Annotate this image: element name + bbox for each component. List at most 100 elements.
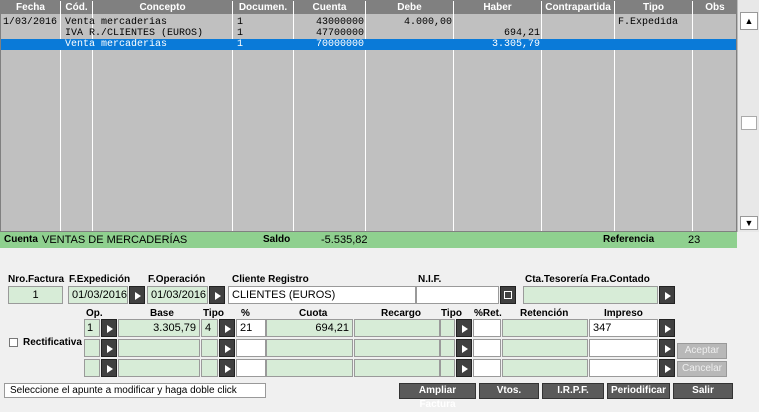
vat-impreso-field-3[interactable]: [589, 359, 658, 377]
vat-cuota-field-2[interactable]: [266, 339, 353, 357]
vat-tipo-arrow-icon[interactable]: [219, 319, 235, 337]
vat-op-field[interactable]: 1: [84, 319, 100, 337]
header-documento[interactable]: Documen.: [233, 1, 294, 14]
vtos-button[interactable]: Vtos.: [479, 383, 539, 399]
f-expedicion-field[interactable]: 01/03/2016: [68, 286, 128, 304]
f-expedicion-arrow-icon[interactable]: [129, 286, 145, 304]
periodificar-button[interactable]: Periodificar: [607, 383, 670, 399]
header-concepto[interactable]: Concepto: [93, 1, 233, 14]
op-header: Op.: [86, 308, 103, 319]
nif-lookup-icon[interactable]: [500, 286, 516, 304]
row2-documento[interactable]: 1: [237, 28, 292, 39]
vat-recargo-field[interactable]: [354, 319, 440, 337]
vat-tipo2-arrow-icon-2[interactable]: [456, 339, 472, 357]
irpf-button[interactable]: I.R.P.F.: [542, 383, 604, 399]
f-operacion-arrow-icon[interactable]: [209, 286, 225, 304]
vat-tipo2-arrow-icon-3[interactable]: [456, 359, 472, 377]
nif-label: N.I.F.: [418, 274, 442, 285]
header-fecha[interactable]: Fecha: [1, 1, 61, 14]
vat-tipo-arrow-icon-2[interactable]: [219, 339, 235, 357]
vat-impreso-arrow-icon-3[interactable]: [659, 359, 675, 377]
nro-factura-field[interactable]: 1: [8, 286, 63, 304]
vat-pct-field[interactable]: 21: [236, 319, 266, 337]
row3-haber[interactable]: 3.305,79: [456, 39, 540, 50]
vat-op-arrow-icon[interactable]: [101, 319, 117, 337]
col-obs: [693, 1, 736, 231]
row1-documento[interactable]: 1: [237, 17, 292, 28]
cancelar-button[interactable]: Cancelar: [677, 361, 727, 377]
vat-pctret-field[interactable]: [473, 319, 501, 337]
vat-base-field-2[interactable]: [118, 339, 200, 357]
cta-tesoreria-field[interactable]: [523, 286, 658, 304]
row2-haber[interactable]: 694,21: [456, 28, 540, 39]
vat-retencion-field-2[interactable]: [502, 339, 588, 357]
rectificativa-label: Rectificativa: [23, 337, 82, 348]
col-tipo: [615, 1, 693, 231]
hint-text: Seleccione el apunte a modificar y haga …: [4, 383, 266, 398]
header-tipo[interactable]: Tipo: [615, 1, 693, 14]
header-cod[interactable]: Cód.: [61, 1, 93, 14]
ampliar-factura-button[interactable]: Ampliar Factura: [399, 383, 476, 410]
vat-impreso-field-2[interactable]: [589, 339, 658, 357]
vat-impreso-arrow-icon[interactable]: [659, 319, 675, 337]
vat-tipo-field-3[interactable]: [201, 359, 218, 377]
row3-concepto[interactable]: Venta mercaderías: [65, 39, 231, 50]
header-obs[interactable]: Obs: [693, 1, 736, 14]
vat-tipo-field[interactable]: 4: [201, 319, 218, 337]
pct-header: %: [241, 308, 250, 319]
scroll-up-icon[interactable]: ▲: [740, 12, 758, 30]
header-cuenta[interactable]: Cuenta: [294, 1, 366, 14]
vat-tipo-field-2[interactable]: [201, 339, 218, 357]
cta-tesoreria-arrow-icon[interactable]: [659, 286, 675, 304]
vat-op-field-3[interactable]: [84, 359, 100, 377]
vat-retencion-field-3[interactable]: [502, 359, 588, 377]
vat-op-arrow-icon-2[interactable]: [101, 339, 117, 357]
row3-documento[interactable]: 1: [237, 39, 292, 50]
vat-base-field-3[interactable]: [118, 359, 200, 377]
nro-factura-label: Nro.Factura: [8, 274, 65, 285]
rectificativa-checkbox[interactable]: [9, 338, 18, 347]
row3-cuenta[interactable]: 70000000: [296, 39, 364, 50]
vat-pctret-field-2[interactable]: [473, 339, 501, 357]
vat-op-arrow-icon-3[interactable]: [101, 359, 117, 377]
vat-impreso-field[interactable]: 347: [589, 319, 658, 337]
scroll-down-icon[interactable]: ▼: [740, 216, 758, 230]
header-haber[interactable]: Haber: [454, 1, 542, 14]
vat-pct-field-3[interactable]: [236, 359, 266, 377]
vat-recargo-field-3[interactable]: [354, 359, 440, 377]
col-fecha: [1, 1, 61, 231]
vertical-scrollbar[interactable]: ▲ ▼: [737, 0, 759, 232]
cuenta-value: VENTAS DE MERCADERÍAS: [42, 234, 188, 246]
row1-concepto[interactable]: Venta mercaderías: [65, 17, 231, 28]
vat-tipo-arrow-icon-3[interactable]: [219, 359, 235, 377]
f-operacion-field[interactable]: 01/03/2016: [147, 286, 208, 304]
scroll-thumb[interactable]: [741, 116, 757, 130]
vat-recargo-field-2[interactable]: [354, 339, 440, 357]
vat-tipo2-field-2[interactable]: [440, 339, 455, 357]
vat-pct-field-2[interactable]: [236, 339, 266, 357]
vat-op-field-2[interactable]: [84, 339, 100, 357]
vat-impreso-arrow-icon-2[interactable]: [659, 339, 675, 357]
vat-tipo2-arrow-icon[interactable]: [456, 319, 472, 337]
header-debe[interactable]: Debe: [366, 1, 454, 14]
row1-tipo[interactable]: F.Expedida: [618, 17, 691, 28]
aceptar-button[interactable]: Aceptar: [677, 343, 727, 359]
vat-tipo2-field[interactable]: [440, 319, 455, 337]
salir-button[interactable]: Salir: [673, 383, 733, 399]
row2-cuenta[interactable]: 47700000: [296, 28, 364, 39]
row1-debe[interactable]: 4.000,00: [368, 17, 452, 28]
vat-pctret-field-3[interactable]: [473, 359, 501, 377]
vat-cuota-field-3[interactable]: [266, 359, 353, 377]
cta-tesoreria-label: Cta.Tesorería Fra.Contado: [525, 274, 650, 285]
vat-base-field[interactable]: 3.305,79: [118, 319, 200, 337]
entries-grid[interactable]: Fecha Cód. Concepto Documen. Cuenta Debe…: [0, 0, 737, 232]
header-contrapartida[interactable]: Contrapartida: [542, 1, 615, 14]
row1-cuenta[interactable]: 43000000: [296, 17, 364, 28]
vat-tipo2-field-3[interactable]: [440, 359, 455, 377]
nif-field[interactable]: [416, 286, 499, 304]
vat-retencion-field[interactable]: [502, 319, 588, 337]
row2-concepto[interactable]: IVA R./CLIENTES (EUROS): [65, 28, 231, 39]
vat-cuota-field[interactable]: 694,21: [266, 319, 353, 337]
cliente-field[interactable]: CLIENTES (EUROS): [228, 286, 416, 304]
row1-fecha[interactable]: 1/03/2016: [3, 17, 60, 28]
